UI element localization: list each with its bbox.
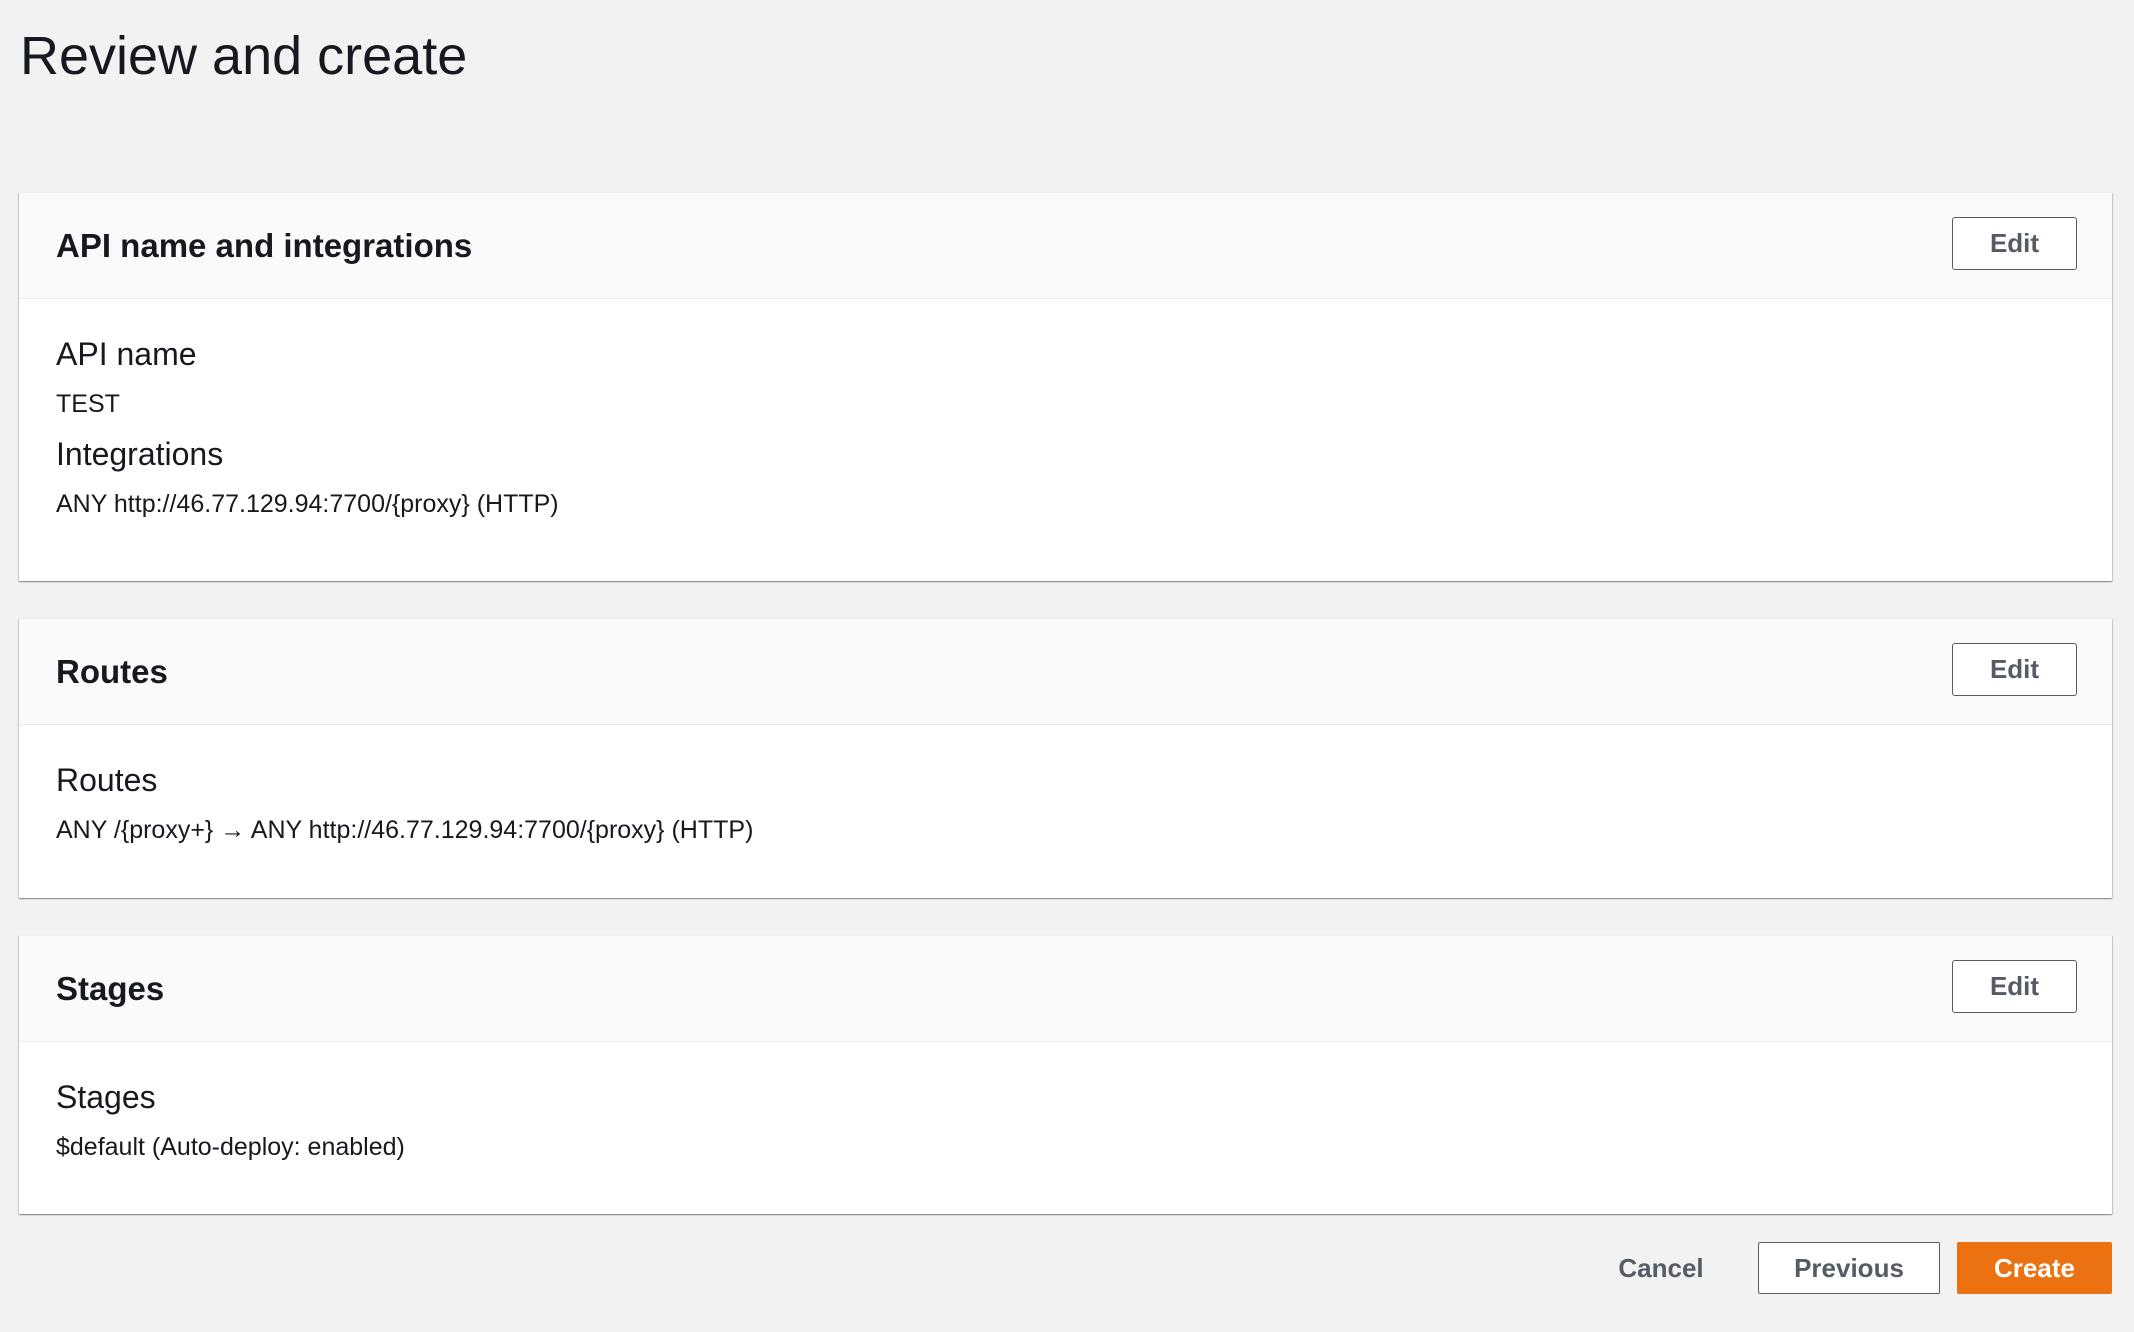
panel-body: API name TEST Integrations ANY http://46… xyxy=(19,299,2112,561)
edit-api-name-integrations-button[interactable]: Edit xyxy=(1952,217,2077,270)
api-name-integrations-panel: API name and integrations Edit API name … xyxy=(19,192,2112,581)
routes-panel: Routes Edit Routes ANY /{proxy+} → ANY h… xyxy=(19,618,2112,898)
edit-routes-button[interactable]: Edit xyxy=(1952,643,2077,696)
stages-panel: Stages Edit Stages $default (Auto-deploy… xyxy=(19,935,2112,1214)
previous-button[interactable]: Previous xyxy=(1758,1242,1940,1294)
create-button[interactable]: Create xyxy=(1957,1242,2112,1294)
routes-label: Routes xyxy=(56,762,158,798)
panel-title: Routes xyxy=(56,653,168,690)
panel-header: API name and integrations Edit xyxy=(19,193,2112,299)
edit-stages-button[interactable]: Edit xyxy=(1952,960,2077,1013)
panel-title: API name and integrations xyxy=(56,227,473,264)
panel-title: Stages xyxy=(56,970,165,1007)
panel-body: Stages $default (Auto-deploy: enabled) xyxy=(19,1042,2112,1204)
stages-value: $default (Auto-deploy: enabled) xyxy=(56,1133,405,1161)
cancel-button[interactable]: Cancel xyxy=(1600,1242,1722,1294)
api-name-value: TEST xyxy=(56,390,120,418)
panel-header: Routes Edit xyxy=(19,619,2112,725)
stages-label: Stages xyxy=(56,1079,156,1115)
integrations-value: ANY http://46.77.129.94:7700/{proxy} (HT… xyxy=(56,490,559,518)
integrations-label: Integrations xyxy=(56,436,224,472)
routes-value: ANY /{proxy+} → ANY http://46.77.129.94:… xyxy=(56,816,754,844)
panel-header: Stages Edit xyxy=(19,936,2112,1042)
panel-body: Routes ANY /{proxy+} → ANY http://46.77.… xyxy=(19,725,2112,887)
page-title: Review and create xyxy=(20,26,468,86)
api-name-label: API name xyxy=(56,336,197,372)
